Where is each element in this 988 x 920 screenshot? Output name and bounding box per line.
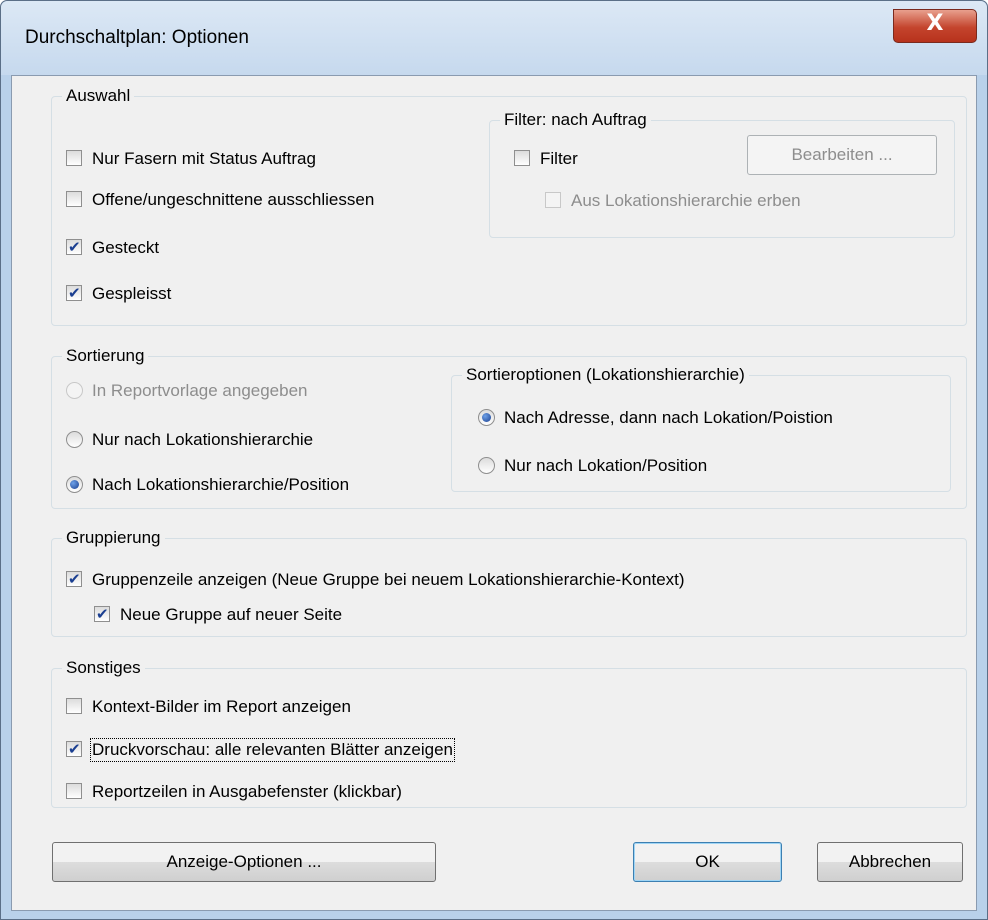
anzeige-optionen-button[interactable]: Anzeige-Optionen ... xyxy=(52,842,436,882)
radio-circle xyxy=(66,382,83,399)
checkbox-box xyxy=(66,191,82,207)
dialog-body: Auswahl Nur Fasern mit Status Auftrag Of… xyxy=(11,75,977,911)
radio-circle xyxy=(66,431,83,448)
checkbox-box xyxy=(66,783,82,799)
checkbox-box xyxy=(66,739,82,759)
title-bar[interactable]: Durchschaltplan: Optionen X xyxy=(1,1,987,75)
options-dialog: Durchschaltplan: Optionen X Auswahl Nur … xyxy=(0,0,988,920)
ok-button[interactable]: OK xyxy=(633,842,782,882)
checkbox-box xyxy=(66,569,82,589)
auswahl-legend: Auswahl xyxy=(62,86,135,106)
gruppierung-group: Gruppierung Gruppenzeile anzeigen (Neue … xyxy=(51,528,967,637)
bearbeiten-button[interactable]: Bearbeiten ... xyxy=(747,135,937,175)
sortierung-group: Sortierung In Reportvorlage angegeben Nu… xyxy=(51,346,967,509)
sortieroptionen-group: Sortieroptionen (Lokationshierarchie) Na… xyxy=(451,365,951,492)
radio-circle xyxy=(66,476,83,493)
auswahl-group: Auswahl Nur Fasern mit Status Auftrag Of… xyxy=(51,86,967,326)
checkbox-box xyxy=(66,698,82,714)
sortierung-legend: Sortierung xyxy=(62,346,149,366)
checkbox-box xyxy=(94,604,110,624)
radio-circle xyxy=(478,409,495,426)
filter-group: Filter: nach Auftrag Filter Bearbeiten .… xyxy=(489,110,955,238)
dialog-title: Durchschaltplan: Optionen xyxy=(25,27,249,48)
checkbox-box xyxy=(66,150,82,166)
sonstiges-legend: Sonstiges xyxy=(62,658,145,678)
sonstiges-group: Sonstiges Kontext-Bilder im Report anzei… xyxy=(51,658,967,808)
cancel-button[interactable]: Abbrechen xyxy=(817,842,963,882)
close-icon: X xyxy=(926,11,944,36)
checkbox-box xyxy=(514,150,530,166)
radio-circle xyxy=(478,457,495,474)
checkbox-box xyxy=(66,283,82,303)
sortieroptionen-legend: Sortieroptionen (Lokationshierarchie) xyxy=(462,365,749,385)
close-button[interactable]: X xyxy=(893,9,977,43)
gruppierung-legend: Gruppierung xyxy=(62,528,165,548)
checkbox-box xyxy=(66,237,82,257)
checkbox-box xyxy=(545,192,561,208)
filter-legend: Filter: nach Auftrag xyxy=(500,110,651,130)
